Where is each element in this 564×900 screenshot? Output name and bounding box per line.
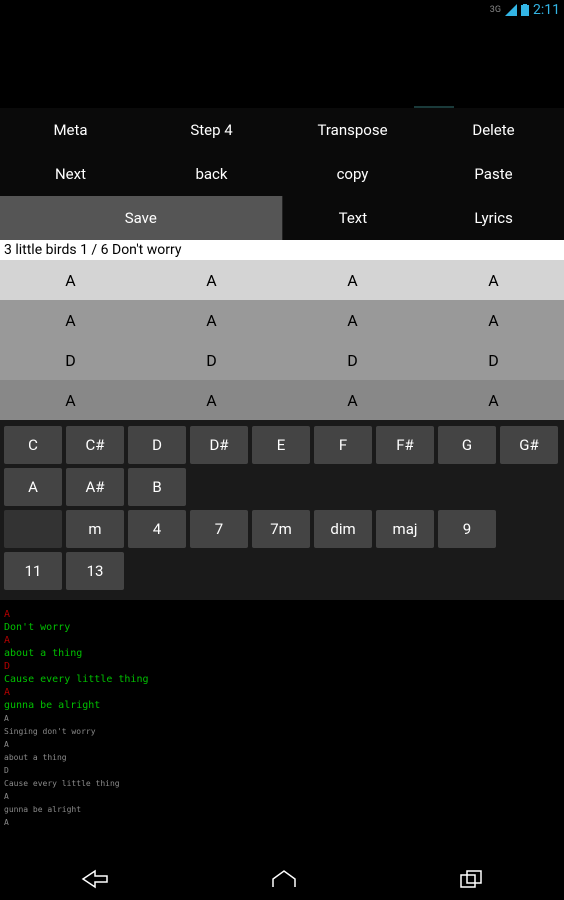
mod-7m[interactable]: 7m xyxy=(252,510,310,548)
note-F[interactable]: F xyxy=(314,426,372,464)
mod-11[interactable]: 11 xyxy=(4,552,62,590)
battery-icon xyxy=(521,4,529,16)
chord-cell[interactable]: A xyxy=(141,300,282,340)
chord-cell[interactable]: A xyxy=(423,380,564,420)
chord-row: AAAA xyxy=(0,380,564,420)
note-G[interactable]: G xyxy=(438,426,496,464)
mod-blank[interactable] xyxy=(4,510,62,548)
chord-row: DDDD xyxy=(0,340,564,380)
action-bar xyxy=(0,20,564,108)
note-B[interactable]: B xyxy=(128,468,186,506)
nav-home-icon[interactable] xyxy=(271,869,297,889)
chord-cell[interactable]: A xyxy=(423,260,564,300)
lyric-chord: A xyxy=(4,792,9,801)
chord-cell[interactable]: A xyxy=(282,260,423,300)
lyric-chord: A xyxy=(4,609,10,620)
lyric-chord: A xyxy=(4,818,9,827)
signal-icon xyxy=(505,4,517,16)
chord-cell[interactable]: D xyxy=(423,340,564,380)
mod-m[interactable]: m xyxy=(66,510,124,548)
note-C#[interactable]: C# xyxy=(66,426,124,464)
paste-button[interactable]: Paste xyxy=(423,152,564,196)
text-button[interactable]: Text xyxy=(283,196,424,240)
mod-7[interactable]: 7 xyxy=(190,510,248,548)
chord-cell[interactable]: D xyxy=(282,340,423,380)
lyric-chord: A xyxy=(4,714,9,723)
lyric-line: Cause every little thing xyxy=(4,674,149,685)
nav-recent-icon[interactable] xyxy=(459,869,483,889)
lyric-line: Singing don't worry xyxy=(4,727,96,736)
lyric-line: about a thing xyxy=(4,753,67,762)
lyric-line: gunna be alright xyxy=(4,805,81,814)
note-A#[interactable]: A# xyxy=(66,468,124,506)
toolbar-row-1: Meta Step 4 Transpose Delete xyxy=(0,108,564,152)
mod-9[interactable]: 9 xyxy=(438,510,496,548)
transpose-button[interactable]: Transpose xyxy=(282,108,423,152)
delete-button[interactable]: Delete xyxy=(423,108,564,152)
lyrics-button[interactable]: Lyrics xyxy=(423,196,564,240)
toolbar-row-3: Save Text Lyrics xyxy=(0,196,564,240)
toolbar: Meta Step 4 Transpose Delete Next back c… xyxy=(0,108,564,240)
mod-maj[interactable]: maj xyxy=(376,510,434,548)
chord-cell[interactable]: A xyxy=(0,260,141,300)
note-C[interactable]: C xyxy=(4,426,62,464)
save-button[interactable]: Save xyxy=(0,196,283,240)
note-E[interactable]: E xyxy=(252,426,310,464)
chord-cell[interactable]: A xyxy=(141,260,282,300)
back-button[interactable]: back xyxy=(141,152,282,196)
chord-picker: CC#DD#EFF#GG# AA#Bm477mdimmaj9 1113 xyxy=(0,420,564,600)
chord-cell[interactable]: A xyxy=(282,380,423,420)
lyric-line: about a thing xyxy=(4,648,82,659)
note-A[interactable]: A xyxy=(4,468,62,506)
chord-cell[interactable]: A xyxy=(141,380,282,420)
lyric-chord: A xyxy=(4,687,10,698)
chord-cell[interactable]: D xyxy=(0,340,141,380)
next-button[interactable]: Next xyxy=(0,152,141,196)
lyric-chord: A xyxy=(4,635,10,646)
chord-cell[interactable]: A xyxy=(282,300,423,340)
nav-back-icon[interactable] xyxy=(81,869,109,889)
chord-row: AAAA xyxy=(0,260,564,300)
mod-4[interactable]: 4 xyxy=(128,510,186,548)
lyric-line: Cause every little thing xyxy=(4,779,120,788)
chord-cell[interactable]: A xyxy=(0,380,141,420)
note-D#[interactable]: D# xyxy=(190,426,248,464)
network-type: 3G xyxy=(490,5,501,15)
note-F#[interactable]: F# xyxy=(376,426,434,464)
chord-cell[interactable]: D xyxy=(141,340,282,380)
nav-bar xyxy=(0,858,564,900)
chord-grid: AAAAAAAADDDDAAAA xyxy=(0,260,564,420)
lyrics-panel: A Don't worry Aabout a thing D Cause every l… xyxy=(0,600,564,838)
chord-cell[interactable]: A xyxy=(423,300,564,340)
note-D[interactable]: D xyxy=(128,426,186,464)
note-G#[interactable]: G# xyxy=(500,426,558,464)
status-bar: 3G 2:11 xyxy=(0,0,564,20)
lyric-line: gunna be alright xyxy=(4,700,100,711)
lyric-line: Don't worry xyxy=(4,622,70,633)
meta-button[interactable]: Meta xyxy=(0,108,141,152)
chord-row: AAAA xyxy=(0,300,564,340)
mod-dim[interactable]: dim xyxy=(314,510,372,548)
step-button[interactable]: Step 4 xyxy=(141,108,282,152)
chord-cell[interactable]: A xyxy=(0,300,141,340)
lyric-chord: D xyxy=(4,661,10,672)
copy-button[interactable]: copy xyxy=(282,152,423,196)
lyric-chord: A xyxy=(4,740,9,749)
lyric-chord: D xyxy=(4,766,9,775)
clock: 2:11 xyxy=(533,2,560,18)
song-title: 3 little birds 1 / 6 Don't worry xyxy=(0,240,564,260)
toolbar-row-2: Next back copy Paste xyxy=(0,152,564,196)
mod-13[interactable]: 13 xyxy=(66,552,124,590)
